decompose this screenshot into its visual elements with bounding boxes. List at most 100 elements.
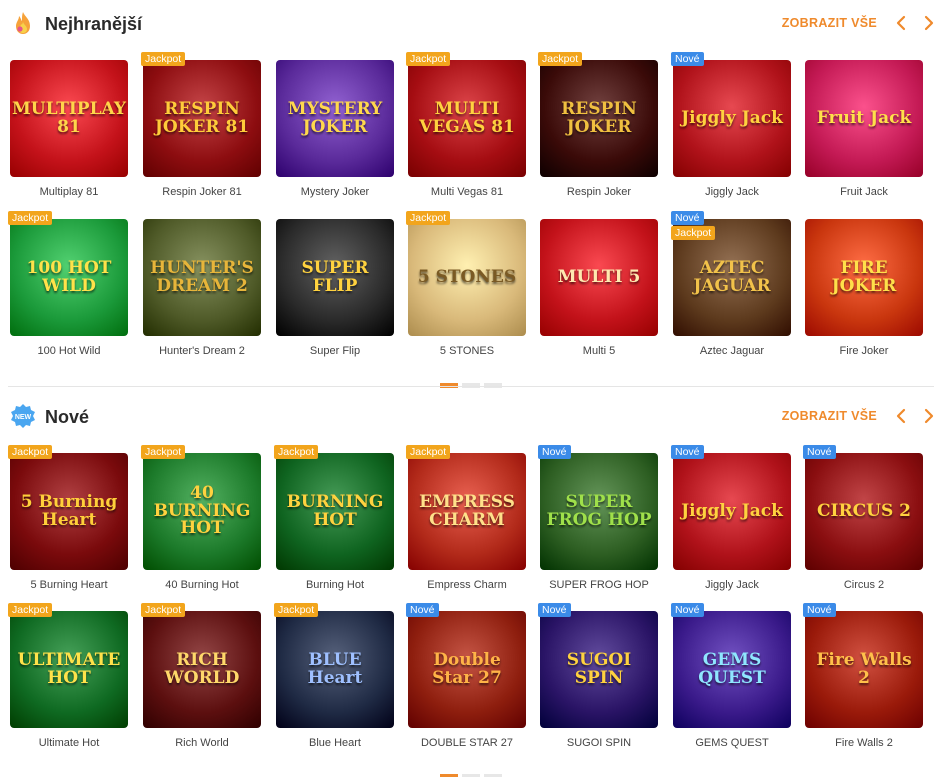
game-thumbnail[interactable]: 40 BURNING HOT xyxy=(143,453,261,570)
game-title[interactable]: SUGOI SPIN xyxy=(530,737,668,749)
game-title[interactable]: Jiggly Jack xyxy=(663,186,801,198)
new-badge: Nové xyxy=(803,445,836,459)
game-title[interactable]: 100 Hot Wild xyxy=(0,345,138,357)
chevron-left-icon[interactable] xyxy=(892,12,910,34)
game-title[interactable]: Burning Hot xyxy=(266,579,404,591)
game-thumbnail[interactable]: RESPIN JOKER 81 xyxy=(143,60,261,177)
game-tile[interactable]: Fire Walls 2 Nové Fire Walls 2 xyxy=(803,603,923,753)
game-tile[interactable]: 5 Burning Heart Jackpot 5 Burning Heart xyxy=(8,445,128,595)
game-thumbnail[interactable]: 100 HOT WILD xyxy=(10,219,128,336)
game-thumbnail[interactable]: GEMS QUEST xyxy=(673,611,791,728)
game-thumbnail[interactable]: Double Star 27 xyxy=(408,611,526,728)
game-title[interactable]: 5 Burning Heart xyxy=(0,579,138,591)
game-tile[interactable]: SUPER FLIP Super Flip xyxy=(276,219,394,361)
game-title[interactable]: Fire Joker xyxy=(795,345,933,357)
game-tile[interactable]: MULTI VEGAS 81 Jackpot Multi Vegas 81 xyxy=(406,52,526,202)
game-title[interactable]: Empress Charm xyxy=(398,579,536,591)
game-thumbnail[interactable]: SUPER FROG HOP xyxy=(540,453,658,570)
game-tile[interactable]: SUGOI SPIN Nové SUGOI SPIN xyxy=(538,603,658,753)
game-title[interactable]: SUPER FROG HOP xyxy=(530,579,668,591)
game-tile[interactable]: BLUE Heart Jackpot Blue Heart xyxy=(274,603,394,753)
game-thumbnail[interactable]: EMPRESS CHARM xyxy=(408,453,526,570)
game-tile[interactable]: CIRCUS 2 Nové Circus 2 xyxy=(803,445,923,595)
game-thumbnail[interactable]: MULTI 5 xyxy=(540,219,658,336)
game-tile[interactable]: AZTEC JAGUAR Nové Jackpot Aztec Jaguar xyxy=(671,211,791,361)
badge-stack: Nové Jackpot xyxy=(671,211,716,240)
game-tile[interactable]: EMPRESS CHARM Jackpot Empress Charm xyxy=(406,445,526,595)
game-tile[interactable]: Double Star 27 Nové DOUBLE STAR 27 xyxy=(406,603,526,753)
badge-stack: Jackpot xyxy=(141,52,186,66)
game-title[interactable]: Multi Vegas 81 xyxy=(398,186,536,198)
game-logo-text: Fruit Jack xyxy=(816,107,912,128)
show-all-link[interactable]: ZOBRAZIT VŠE xyxy=(782,409,877,423)
game-title[interactable]: Super Flip xyxy=(266,345,404,357)
game-tile[interactable]: RESPIN JOKER Jackpot Respin Joker xyxy=(538,52,658,202)
game-tile[interactable]: 40 BURNING HOT Jackpot 40 Burning Hot xyxy=(141,445,261,595)
game-thumbnail[interactable]: 5 Burning Heart xyxy=(10,453,128,570)
game-title[interactable]: Aztec Jaguar xyxy=(663,345,801,357)
game-tile[interactable]: ULTIMATE HOT Jackpot Ultimate Hot xyxy=(8,603,128,753)
game-thumbnail[interactable]: MULTI VEGAS 81 xyxy=(408,60,526,177)
game-title[interactable]: Blue Heart xyxy=(266,737,404,749)
game-title[interactable]: Multiplay 81 xyxy=(0,186,138,198)
game-thumbnail[interactable]: SUPER FLIP xyxy=(276,219,394,336)
game-tile[interactable]: RICH WORLD Jackpot Rich World xyxy=(141,603,261,753)
game-tile[interactable]: MYSTERY JOKER Mystery Joker xyxy=(276,60,394,202)
game-thumbnail[interactable]: CIRCUS 2 xyxy=(805,453,923,570)
game-title[interactable]: Fire Walls 2 xyxy=(795,737,933,749)
game-tile[interactable]: FIRE JOKER Fire Joker xyxy=(805,219,923,361)
game-logo-art: Fruit Jack xyxy=(805,60,923,177)
game-title[interactable]: DOUBLE STAR 27 xyxy=(398,737,536,749)
game-thumbnail[interactable]: RESPIN JOKER xyxy=(540,60,658,177)
badge-stack: Nové xyxy=(671,52,704,66)
game-title[interactable]: Respin Joker xyxy=(530,186,668,198)
game-thumbnail[interactable]: BURNING HOT xyxy=(276,453,394,570)
game-tile[interactable]: RESPIN JOKER 81 Jackpot Respin Joker 81 xyxy=(141,52,261,202)
game-tile[interactable]: MULTIPLAY 81 Multiplay 81 xyxy=(10,60,128,202)
badge-stack: Nové xyxy=(803,603,836,617)
game-tile[interactable]: SUPER FROG HOP Nové SUPER FROG HOP xyxy=(538,445,658,595)
game-thumbnail[interactable]: Fire Walls 2 xyxy=(805,611,923,728)
game-title[interactable]: Circus 2 xyxy=(795,579,933,591)
chevron-right-icon[interactable] xyxy=(920,12,938,34)
game-title[interactable]: Multi 5 xyxy=(530,345,668,357)
game-tile[interactable]: Jiggly Jack Nové Jiggly Jack xyxy=(671,445,791,595)
game-title[interactable]: Jiggly Jack xyxy=(663,579,801,591)
game-thumbnail[interactable]: MULTIPLAY 81 xyxy=(10,60,128,177)
game-title[interactable]: Rich World xyxy=(133,737,271,749)
game-title[interactable]: Mystery Joker xyxy=(266,186,404,198)
game-tile[interactable]: GEMS QUEST Nové GEMS QUEST xyxy=(671,603,791,753)
game-tile[interactable]: BURNING HOT Jackpot Burning Hot xyxy=(274,445,394,595)
game-thumbnail[interactable]: Jiggly Jack xyxy=(673,60,791,177)
game-thumbnail[interactable]: RICH WORLD xyxy=(143,611,261,728)
game-thumbnail[interactable]: SUGOI SPIN xyxy=(540,611,658,728)
game-thumbnail[interactable]: 5 STONES xyxy=(408,219,526,336)
game-title[interactable]: 40 Burning Hot xyxy=(133,579,271,591)
game-thumbnail[interactable]: Fruit Jack xyxy=(805,60,923,177)
game-thumbnail[interactable]: BLUE Heart xyxy=(276,611,394,728)
game-tile[interactable]: Jiggly Jack Nové Jiggly Jack xyxy=(671,52,791,202)
game-thumbnail[interactable]: FIRE JOKER xyxy=(805,219,923,336)
chevron-left-icon[interactable] xyxy=(892,405,910,427)
game-tile[interactable]: Fruit Jack Fruit Jack xyxy=(805,60,923,202)
game-title[interactable]: Hunter's Dream 2 xyxy=(133,345,271,357)
badge-stack: Jackpot xyxy=(274,603,319,617)
show-all-link[interactable]: ZOBRAZIT VŠE xyxy=(782,16,877,30)
badge-stack: Jackpot xyxy=(8,603,53,617)
game-title[interactable]: Ultimate Hot xyxy=(0,737,138,749)
game-tile[interactable]: 100 HOT WILD Jackpot 100 Hot Wild xyxy=(8,211,128,361)
game-thumbnail[interactable]: HUNTER'S DREAM 2 xyxy=(143,219,261,336)
game-logo-text: SUPER FLIP xyxy=(301,257,369,296)
game-tile[interactable]: HUNTER'S DREAM 2 Hunter's Dream 2 xyxy=(143,219,261,361)
game-thumbnail[interactable]: Jiggly Jack xyxy=(673,453,791,570)
game-title[interactable]: Fruit Jack xyxy=(795,186,933,198)
game-title[interactable]: Respin Joker 81 xyxy=(133,186,271,198)
game-tile[interactable]: MULTI 5 Multi 5 xyxy=(540,219,658,361)
jackpot-badge: Jackpot xyxy=(274,603,319,617)
game-thumbnail[interactable]: MYSTERY JOKER xyxy=(276,60,394,177)
game-title[interactable]: GEMS QUEST xyxy=(663,737,801,749)
game-thumbnail[interactable]: ULTIMATE HOT xyxy=(10,611,128,728)
chevron-right-icon[interactable] xyxy=(920,405,938,427)
game-title[interactable]: 5 STONES xyxy=(398,345,536,357)
game-tile[interactable]: 5 STONES Jackpot 5 STONES xyxy=(406,211,526,361)
